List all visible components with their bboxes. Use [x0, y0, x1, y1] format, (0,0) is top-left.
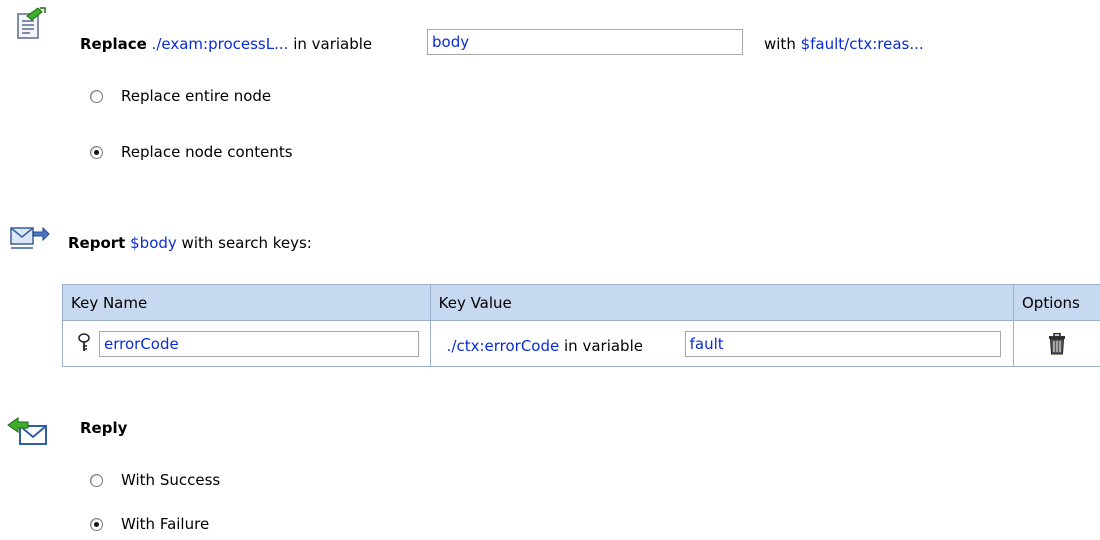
reply-option-success[interactable]: With Success [90, 470, 220, 490]
reply-failure-label: With Failure [121, 515, 210, 533]
key-name-field[interactable]: errorCode [99, 331, 419, 357]
replace-entire-node-label: Replace entire node [121, 87, 272, 105]
column-header-key-name: Key Name [62, 284, 431, 321]
report-action-icon [8, 222, 50, 252]
replace-with-clause: with $fault/ctx:reas... [764, 34, 924, 54]
reply-success-radio[interactable] [90, 473, 103, 487]
reply-success-label: With Success [121, 471, 221, 489]
report-statement: Report $body with search keys: [68, 233, 312, 253]
table-header-row: Key Name Key Value Options [62, 284, 1100, 321]
search-keys-table: Key Name Key Value Options errorCode ./c… [62, 284, 1100, 367]
replace-expression-link[interactable]: $fault/ctx:reas... [801, 35, 924, 53]
replace-keyword: Replace [80, 35, 147, 53]
report-keyword: Report [68, 234, 126, 252]
reply-failure-radio[interactable] [90, 517, 103, 531]
report-suffix: with search keys: [181, 234, 312, 252]
reply-action-icon [6, 416, 50, 452]
replace-in-variable-label: in variable [293, 35, 373, 53]
replace-entire-node-radio[interactable] [90, 89, 103, 103]
replace-option-node-contents[interactable]: Replace node contents [90, 142, 293, 162]
reply-keyword: Reply [80, 419, 128, 437]
key-value-in-variable-label: in variable [564, 337, 643, 355]
replace-node-contents-radio[interactable] [90, 145, 103, 159]
replace-with-label: with [764, 35, 796, 53]
replace-path-link[interactable]: ./exam:processL... [152, 35, 289, 53]
options-cell [1013, 320, 1100, 367]
replace-node-contents-label: Replace node contents [121, 143, 293, 161]
key-value-variable-field[interactable]: fault [684, 331, 1001, 357]
key-icon [77, 333, 91, 353]
key-value-statement: ./ctx:errorCode in variable [447, 336, 643, 356]
key-value-cell: ./ctx:errorCode in variable fault [429, 320, 1015, 367]
table-row: errorCode ./ctx:errorCode in variable fa… [62, 320, 1100, 367]
report-variable-link[interactable]: $body [130, 234, 177, 252]
replace-statement: Replace ./exam:processL... in variable [80, 34, 372, 54]
key-name-cell: errorCode [62, 320, 431, 367]
column-header-key-value: Key Value [429, 284, 1015, 321]
column-header-options: Options [1013, 284, 1100, 321]
key-value-path-link[interactable]: ./ctx:errorCode [447, 337, 560, 355]
replace-action-icon [12, 6, 46, 40]
replace-variable-field[interactable]: body [427, 29, 743, 55]
trash-icon[interactable] [1048, 332, 1066, 355]
replace-option-entire-node[interactable]: Replace entire node [90, 86, 271, 106]
reply-option-failure[interactable]: With Failure [90, 514, 209, 534]
